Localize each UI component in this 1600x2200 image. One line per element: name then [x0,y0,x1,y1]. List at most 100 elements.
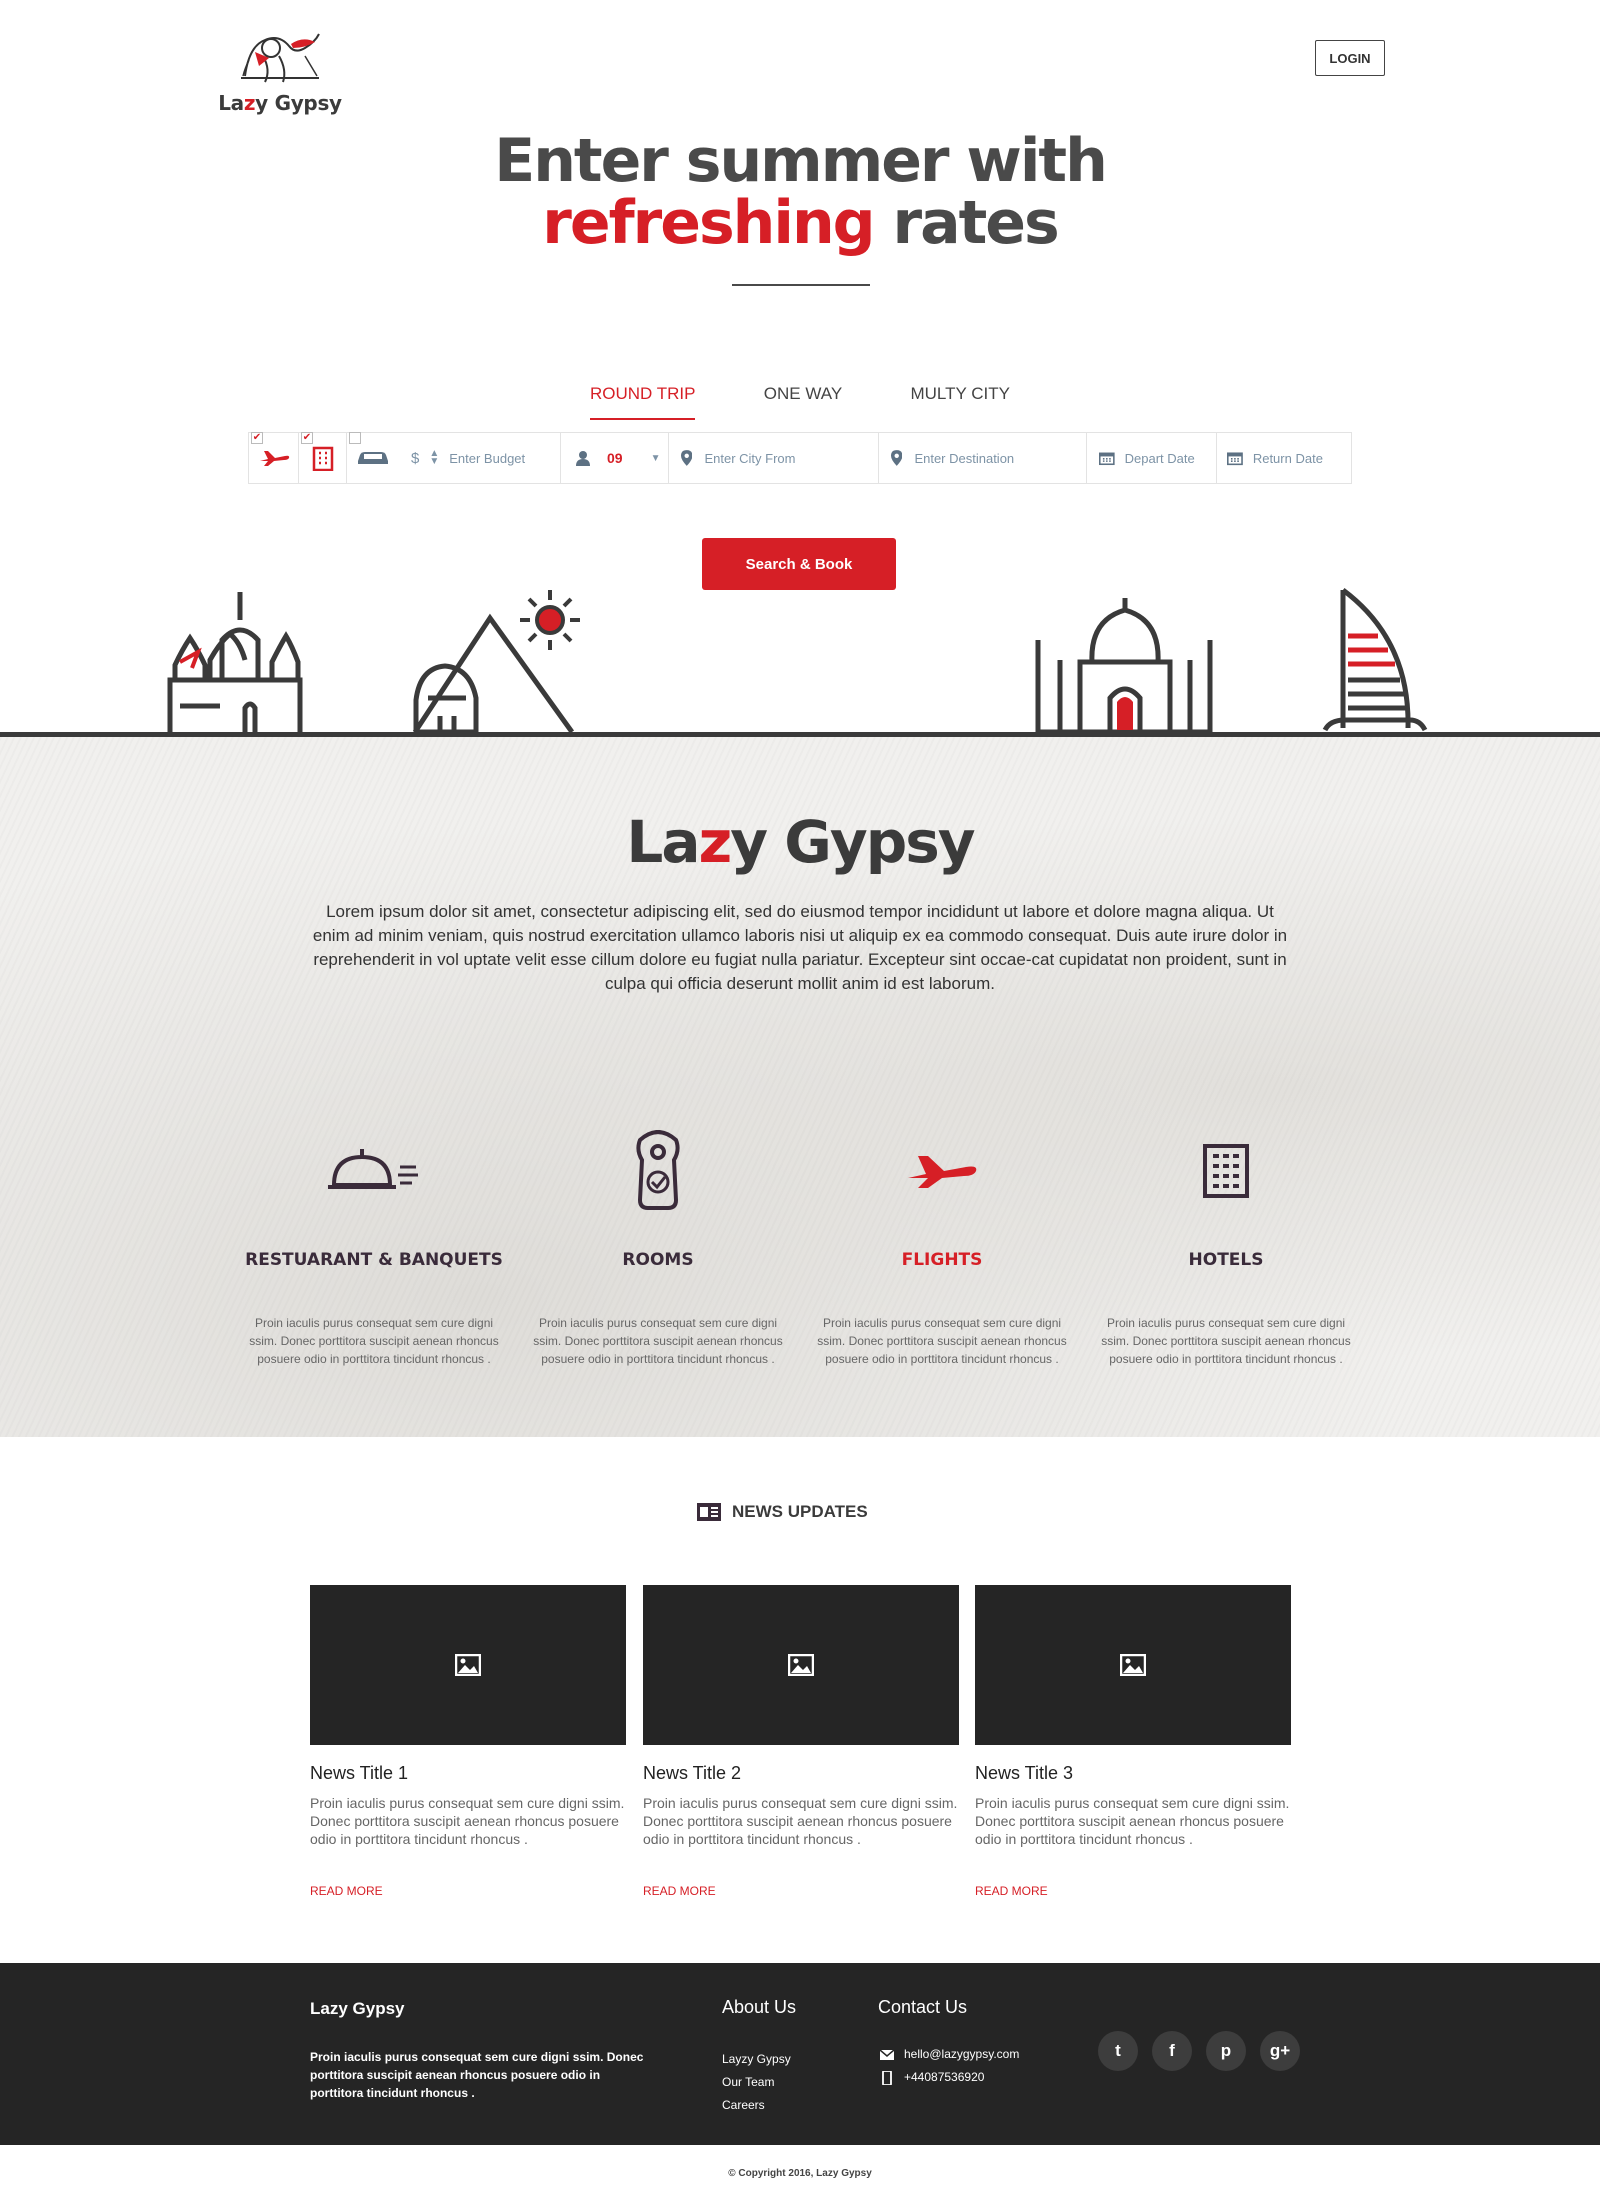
sun-icon [520,590,580,650]
logo-wordmark: Lazy Gypsy [218,91,342,115]
news-card-2[interactable]: News Title 2 Proin iaculis purus consequ… [643,1585,959,1898]
monuments-illustration [167,587,1428,735]
footer-about-links: Layzy Gypsy Our Team Careers [722,2048,791,2117]
feature-hotels[interactable]: HOTELS Proin iaculis purus consequat sem… [1096,1120,1356,1368]
read-more-link[interactable]: READ MORE [310,1884,626,1898]
return-date-input[interactable] [1252,450,1351,466]
door-hanger-icon [636,1130,680,1210]
read-more-link[interactable]: READ MORE [975,1884,1291,1898]
st-basils-cathedral-icon [167,592,303,732]
tab-one-way[interactable]: ONE WAY [764,384,842,420]
news-body: Proin iaculis purus consequat sem cure d… [310,1795,625,1847]
hero-divider [732,284,870,286]
calendar-icon [1227,452,1243,466]
social-links: t f p g+ [1098,2031,1300,2071]
feature-desc: Proin iaculis purus consequat sem cure d… [1101,1316,1351,1366]
hero-headline: Enter summer with refreshing rates [494,126,1108,258]
passenger-count: 09 [607,450,623,466]
location-pin-icon [681,450,693,466]
flight-toggle[interactable]: ✔ [249,432,299,483]
from-city-field[interactable] [669,433,879,483]
hotel-checkbox[interactable]: ✔ [301,432,313,444]
footer-brand: Lazy Gypsy [310,1999,405,2018]
pyramid-sphinx-icon [412,613,575,735]
footer-description: Proin iaculis purus consequat sem cure d… [310,2050,644,2100]
budget-input[interactable] [449,450,560,466]
cloche-icon [328,1149,418,1189]
feature-desc: Proin iaculis purus consequat sem cure d… [249,1316,499,1366]
login-button[interactable]: LOGIN [1315,40,1385,76]
footer-link-our-team[interactable]: Our Team [722,2071,791,2094]
facebook-icon[interactable]: f [1152,2031,1192,2071]
footer: Lazy Gypsy Proin iaculis purus consequat… [0,1963,1600,2145]
return-date-field[interactable] [1217,433,1351,483]
passenger-select[interactable]: 09 ▼ [561,433,669,483]
car-icon [358,452,388,464]
news-title[interactable]: News Title 3 [975,1763,1291,1784]
copyright: © Copyright 2016, Lazy Gypsy [728,2168,872,2179]
google-plus-icon[interactable]: g+ [1260,2031,1300,2071]
depart-date-input[interactable] [1124,450,1216,466]
news-title[interactable]: News Title 2 [643,1763,959,1784]
pinterest-icon[interactable]: p [1206,2031,1246,2071]
from-city-input[interactable] [704,450,878,466]
feature-restaurant[interactable]: RESTUARANT & BANQUETS Proin iaculis puru… [244,1120,504,1368]
about-description: Lorem ipsum dolor sit amet, consectetur … [312,902,1288,993]
footer-email[interactable]: hello@lazygypsy.com [904,2043,1019,2066]
image-icon [455,1654,481,1676]
footer-link-layzy-gypsy[interactable]: Layzy Gypsy [722,2048,791,2071]
feature-title: RESTUARANT & BANQUETS [245,1250,503,1270]
news-card-1[interactable]: News Title 1 Proin iaculis purus consequ… [310,1585,626,1898]
calendar-icon [1099,452,1115,466]
feature-title: FLIGHTS [901,1250,983,1270]
feature-desc: Proin iaculis purus consequat sem cure d… [533,1316,783,1366]
feature-flights[interactable]: FLIGHTS Proin iaculis purus consequat se… [812,1120,1072,1368]
tab-round-trip[interactable]: ROUND TRIP [590,384,696,420]
search-bar: ✔ ✔ ✔ $ ▲▼ 09 ▼ [248,432,1352,484]
destination-input[interactable] [914,450,1086,466]
gypsy-mascot-icon [241,33,320,83]
footer-phone[interactable]: +44087536920 [904,2066,984,2089]
news-image-placeholder [310,1585,626,1745]
news-card-3[interactable]: News Title 3 Proin iaculis purus consequ… [975,1585,1291,1898]
about-title: Lazy Gypsy [626,808,975,876]
budget-stepper-icon[interactable]: ▲ ▼ [429,449,439,467]
hotel-building-icon [312,446,333,471]
news-updates-heading: NEWS UPDATES [696,1502,956,1522]
feature-desc: Proin iaculis purus consequat sem cure d… [817,1316,1067,1366]
destination-field[interactable] [879,433,1087,483]
car-toggle[interactable]: ✔ [347,432,399,483]
flight-checkbox[interactable]: ✔ [251,432,263,444]
feature-title: HOTELS [1188,1250,1264,1270]
trip-type-tabs: ROUND TRIP ONE WAY MULTY CITY [590,384,1010,420]
airplane-icon [908,1156,977,1188]
currency-symbol: $ [411,449,420,467]
footer-contact-heading: Contact Us [878,1997,968,2017]
twitter-icon[interactable]: t [1098,2031,1138,2071]
car-checkbox[interactable]: ✔ [349,432,361,444]
news-body: Proin iaculis purus consequat sem cure d… [975,1795,1290,1847]
tab-multy-city[interactable]: MULTY CITY [910,384,1010,420]
depart-date-field[interactable] [1087,433,1217,483]
news-title[interactable]: News Title 1 [310,1763,626,1784]
envelope-icon [880,2049,894,2060]
newspaper-icon [697,1503,721,1521]
feature-rooms[interactable]: ROOMS Proin iaculis purus consequat sem … [528,1120,788,1368]
logo[interactable]: Lazy Gypsy [215,26,345,116]
budget-field[interactable]: $ ▲ ▼ [399,433,561,483]
news-image-placeholder [975,1585,1291,1745]
read-more-link[interactable]: READ MORE [643,1884,959,1898]
news-image-placeholder [643,1585,959,1745]
hotel-toggle[interactable]: ✔ [299,432,347,483]
airplane-icon [259,451,289,466]
news-body: Proin iaculis purus consequat sem cure d… [643,1795,958,1847]
image-icon [788,1654,814,1676]
feature-title: ROOMS [622,1250,694,1270]
location-pin-icon [891,450,903,466]
building-icon [1203,1144,1249,1198]
person-icon [576,451,590,466]
burj-al-arab-icon [1322,587,1428,732]
footer-contact-info: hello@lazygypsy.com +44087536920 [880,2043,1019,2089]
mobile-phone-icon [882,2070,892,2085]
footer-link-careers[interactable]: Careers [722,2094,791,2117]
